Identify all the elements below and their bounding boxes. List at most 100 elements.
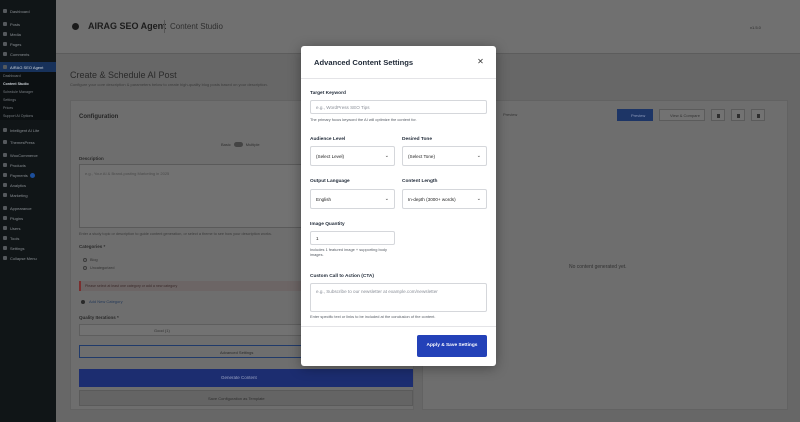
- cta-label: Custom Call to Action (CTA): [310, 274, 374, 279]
- sidebar-subitem-schedule[interactable]: Schedule Manager: [0, 88, 56, 96]
- save-template-button[interactable]: Save Configuration as Template: [79, 390, 413, 406]
- download-icon: [737, 114, 740, 118]
- target-keyword-help: The primary focus keyword the AI will op…: [310, 117, 417, 122]
- sidebar-item-tools[interactable]: Tools: [0, 233, 56, 243]
- quality-select[interactable]: Good (1): [79, 324, 315, 336]
- page-icon: [3, 42, 7, 46]
- audience-level-value: (Select Level): [316, 154, 345, 159]
- sidebar-item-dashboard[interactable]: Dashboard: [0, 6, 56, 16]
- logo-icon: [72, 23, 79, 30]
- sidebar-item-pages[interactable]: Pages: [0, 39, 56, 49]
- admin-sidebar: Dashboard Posts Media Pages Comments AIR…: [0, 0, 56, 422]
- comment-icon: [3, 52, 7, 56]
- advanced-settings-modal: Advanced Content Settings ✕ Target Keywo…: [301, 46, 496, 366]
- desired-tone-label: Desired Tone: [402, 137, 433, 142]
- radio-icon: [83, 258, 87, 262]
- target-keyword-label: Target Keyword: [310, 91, 346, 96]
- image-quantity-input[interactable]: [310, 231, 395, 245]
- content-length-label: Content Length: [402, 179, 438, 184]
- theme-icon: [3, 140, 7, 144]
- preview-button[interactable]: Preview: [617, 109, 653, 121]
- pin-icon: [3, 22, 7, 26]
- compare-button[interactable]: View & Compare: [659, 109, 705, 121]
- page-description: Configure your core description & parame…: [70, 82, 268, 87]
- analytics-icon: [3, 183, 7, 187]
- category-option[interactable]: Uncategorized: [83, 266, 114, 270]
- sidebar-item-payments[interactable]: Payments: [0, 170, 56, 180]
- chevron-down-icon: ⌄: [384, 196, 389, 202]
- header-divider: [164, 20, 165, 33]
- content-length-select[interactable]: In-depth (3000+ words) ⌄: [402, 189, 487, 209]
- output-language-value: English: [316, 197, 332, 202]
- modal-title: Advanced Content Settings: [314, 58, 414, 67]
- woocommerce-icon: [3, 153, 7, 157]
- settings-icon: [3, 246, 7, 250]
- sidebar-item-users[interactable]: Users: [0, 223, 56, 233]
- sidebar-subitem-content-studio[interactable]: Content Studio: [0, 80, 56, 88]
- toggle-left-label: Basic: [221, 142, 231, 147]
- notification-badge: [29, 172, 35, 178]
- trash-icon: [757, 114, 760, 118]
- toggle-switch[interactable]: [233, 142, 243, 148]
- quality-label: Quality Iterations *: [79, 315, 119, 320]
- sidebar-item-collapse[interactable]: Collapse Menu: [0, 253, 56, 263]
- apply-save-settings-button[interactable]: Apply & Save Settings: [417, 335, 487, 357]
- desired-tone-select[interactable]: (Select Tone) ⌄: [402, 146, 487, 166]
- plugin-icon: [3, 65, 7, 69]
- media-icon: [3, 32, 7, 36]
- download-button[interactable]: [731, 109, 745, 121]
- chevron-down-icon: ⌄: [384, 153, 389, 159]
- copy-button[interactable]: [711, 109, 725, 121]
- sidebar-subitem-dashboard[interactable]: Dashboard: [0, 72, 56, 80]
- payment-icon: [3, 173, 7, 177]
- category-error: Please select at least one category or a…: [79, 281, 315, 291]
- add-category-link[interactable]: Add New Category: [81, 299, 123, 304]
- configuration-title: Configuration: [79, 114, 119, 120]
- sidebar-subitem-support[interactable]: Support AI Options: [0, 112, 56, 120]
- desired-tone-value: (Select Tone): [408, 154, 435, 159]
- page-title: Create & Schedule AI Post: [70, 70, 177, 80]
- dashboard-icon: [3, 9, 7, 13]
- close-icon[interactable]: ✕: [475, 57, 486, 68]
- sidebar-item-media[interactable]: Media: [0, 29, 56, 39]
- sidebar-item-comments[interactable]: Comments: [0, 49, 56, 59]
- sidebar-item-airag[interactable]: AIRAG SEO Agent: [0, 62, 56, 72]
- sidebar-item-woocommerce[interactable]: WooCommerce: [0, 150, 56, 160]
- sidebar-subitem-settings[interactable]: Settings: [0, 96, 56, 104]
- mode-toggle[interactable]: Basic Multiple: [221, 142, 260, 148]
- audience-level-select[interactable]: (Select Level) ⌄: [310, 146, 395, 166]
- delete-button[interactable]: [751, 109, 765, 121]
- toggle-right-label: Multiple: [245, 142, 260, 147]
- sidebar-item-plugins[interactable]: Plugins: [0, 213, 56, 223]
- sidebar-item-settings[interactable]: Settings: [0, 243, 56, 253]
- brush-icon: [3, 206, 7, 210]
- advanced-settings-button[interactable]: Advanced Settings: [79, 345, 315, 358]
- sidebar-subitem-prices[interactable]: Prices: [0, 104, 56, 112]
- copy-icon: [717, 114, 720, 118]
- empty-state-message: No content generated yet.: [569, 264, 627, 270]
- generate-content-button[interactable]: Generate Content: [79, 369, 413, 387]
- description-textarea[interactable]: e.g., Your AI & Brand-posting Marketing …: [79, 164, 315, 228]
- app-title: AIRAG SEO Agent: [88, 21, 167, 31]
- cta-placeholder: e.g., Subscribe to our newsletter at exa…: [316, 289, 438, 294]
- image-quantity-help: Includes 1 featured image + supporting b…: [310, 247, 387, 258]
- description-helper: Enter a study topic or description to gu…: [79, 232, 272, 236]
- target-keyword-input[interactable]: [310, 100, 487, 114]
- output-language-label: Output Language: [310, 179, 350, 184]
- categories-label: Categories *: [79, 244, 106, 249]
- sidebar-item-marketing[interactable]: Marketing: [0, 190, 56, 200]
- sidebar-item-themespress[interactable]: ThemesPress: [0, 137, 56, 147]
- output-language-select[interactable]: English ⌄: [310, 189, 395, 209]
- chevron-down-icon: ⌄: [476, 196, 481, 202]
- category-option[interactable]: Blog: [83, 258, 98, 262]
- audience-level-label: Audience Level: [310, 137, 346, 142]
- sidebar-item-analytics[interactable]: Analytics: [0, 180, 56, 190]
- sidebar-item-appearance[interactable]: Appearance: [0, 203, 56, 213]
- sidebar-item-intelligent-ai[interactable]: Intelligent AI Lite: [0, 123, 56, 137]
- cta-textarea[interactable]: e.g., Subscribe to our newsletter at exa…: [310, 283, 487, 312]
- sidebar-item-products[interactable]: Products: [0, 160, 56, 170]
- version-label: v1.5.0: [750, 25, 761, 30]
- product-icon: [3, 163, 7, 167]
- collapse-icon: [3, 256, 7, 260]
- sidebar-item-posts[interactable]: Posts: [0, 19, 56, 29]
